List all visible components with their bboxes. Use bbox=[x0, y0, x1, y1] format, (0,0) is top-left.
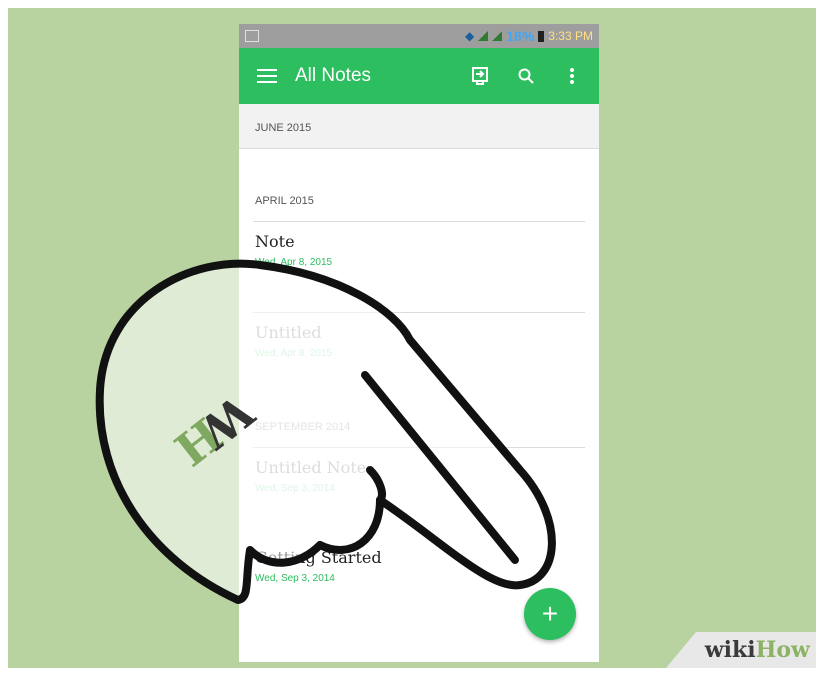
section-header-april-2015: APRIL 2015 bbox=[239, 177, 599, 221]
overflow-menu-icon[interactable] bbox=[561, 65, 583, 87]
status-bar: ◆ 18% 3:33 PM bbox=[239, 24, 599, 48]
screenshot-icon bbox=[245, 30, 259, 42]
signal-icon bbox=[478, 31, 489, 41]
page-title: All Notes bbox=[295, 65, 372, 86]
note-title: Untitled Note bbox=[255, 458, 367, 477]
app-bar: All Notes bbox=[239, 48, 599, 104]
hamburger-menu-icon[interactable] bbox=[257, 69, 277, 83]
section-header-september-2014: SEPTEMBER 2014 bbox=[239, 403, 599, 447]
clock: 3:33 PM bbox=[548, 29, 593, 43]
section-header-june-2015: JUNE 2015 bbox=[239, 104, 599, 149]
sync-icon[interactable] bbox=[469, 65, 491, 87]
note-title: Untitled bbox=[255, 323, 322, 342]
note-item[interactable]: Untitled Wed, Apr 8, 2015 bbox=[239, 313, 599, 403]
note-title: Note bbox=[255, 232, 295, 251]
note-item[interactable]: Note Wed, Apr 8, 2015 bbox=[239, 222, 599, 312]
battery-percent: 18% bbox=[506, 28, 535, 44]
note-title: Getting Started bbox=[255, 548, 382, 567]
watermark-wiki: wiki bbox=[704, 637, 756, 663]
add-note-button[interactable]: + bbox=[524, 588, 576, 640]
search-icon[interactable] bbox=[515, 65, 537, 87]
phone-screen: ◆ 18% 3:33 PM All Notes JUNE 2015 APRIL … bbox=[239, 24, 599, 662]
watermark-how: How bbox=[755, 637, 810, 663]
note-date: Wed, Apr 8, 2015 bbox=[255, 348, 333, 359]
note-date: Wed, Sep 3, 2014 bbox=[255, 483, 335, 494]
note-item[interactable]: Untitled Note Wed, Sep 3, 2014 bbox=[239, 448, 599, 538]
signal-icon-2 bbox=[492, 31, 503, 41]
wifi-icon: ◆ bbox=[465, 29, 475, 43]
battery-icon bbox=[538, 30, 545, 42]
note-date: Wed, Sep 3, 2014 bbox=[255, 573, 335, 584]
note-date: Wed, Apr 8, 2015 bbox=[255, 257, 333, 268]
